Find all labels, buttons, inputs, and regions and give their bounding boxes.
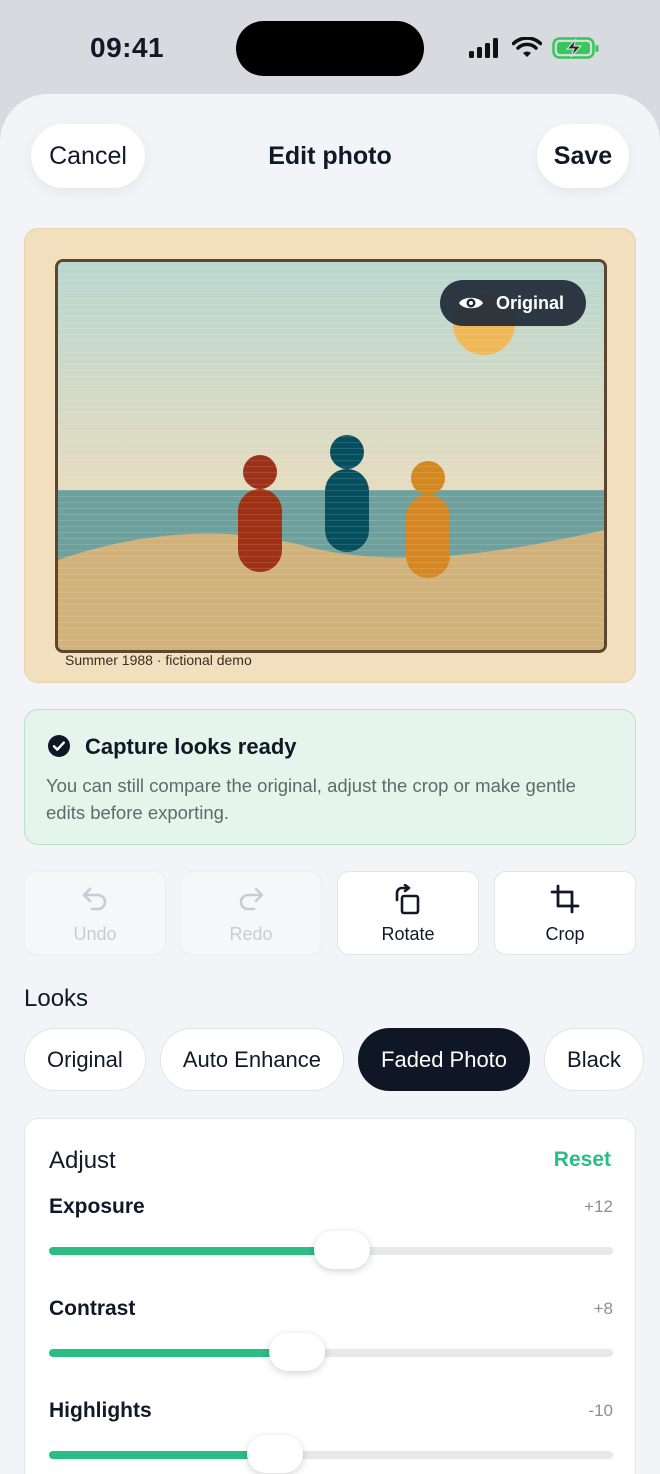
exposure-slider[interactable] (49, 1231, 613, 1269)
look-black[interactable]: Black (544, 1028, 644, 1091)
save-button[interactable]: Save (537, 124, 629, 188)
compare-original-label: Original (496, 292, 565, 313)
status-icons (468, 36, 600, 60)
contrast-fill (49, 1349, 298, 1357)
highlights-thumb[interactable] (246, 1435, 303, 1473)
photo-caption: Summer 1988 · fictional demo (65, 652, 252, 668)
undo-button[interactable]: Undo (24, 871, 166, 955)
check-circle-icon (48, 735, 70, 757)
compare-original-button[interactable]: Original (440, 280, 586, 326)
adjust-heading: Adjust (49, 1147, 116, 1174)
crop-button[interactable]: Crop (494, 871, 636, 955)
reset-button[interactable]: Reset (554, 1148, 611, 1172)
highlights-label: Highlights (49, 1399, 152, 1422)
photo-preview[interactable]: Original (55, 259, 607, 653)
rotate-icon (395, 884, 420, 915)
rotate-button[interactable]: Rotate (337, 871, 479, 955)
redo-icon (239, 887, 264, 911)
looks-list: Original Auto Enhance Faded Photo Black (24, 1028, 644, 1091)
photo-preview-card: Original Summer 1988 · fictional demo (24, 228, 636, 683)
eye-icon (459, 297, 483, 309)
signal-icon (469, 38, 498, 58)
exposure-value: +12 (584, 1197, 613, 1216)
highlights-value: -10 (588, 1401, 613, 1420)
highlights-slider[interactable] (49, 1435, 613, 1473)
contrast-slider[interactable] (49, 1333, 613, 1371)
redo-label: Redo (229, 924, 273, 944)
banner-text: You can still compare the original, adju… (46, 775, 576, 823)
redo-button[interactable]: Redo (180, 871, 322, 955)
status-bar: 09:41 (0, 0, 660, 96)
look-auto-enhance[interactable]: Auto Enhance (159, 1028, 345, 1091)
exposure-fill (49, 1247, 343, 1255)
looks-heading: Looks (24, 985, 89, 1012)
status-banner: Capture looks ready You can still compar… (24, 709, 636, 845)
contrast-label: Contrast (49, 1297, 136, 1320)
contrast-thumb[interactable] (269, 1333, 326, 1371)
exposure-thumb[interactable] (314, 1231, 371, 1269)
crop-icon (550, 884, 580, 914)
crop-label: Crop (545, 924, 585, 944)
highlights-fill (49, 1451, 275, 1459)
look-faded-photo[interactable]: Faded Photo (358, 1028, 531, 1091)
adjust-panel: Adjust Reset Exposure +12 Contrast +8 Hi… (24, 1118, 636, 1474)
edit-sheet: Cancel Edit photo Save Original Summer 1… (0, 94, 660, 1474)
rotate-label: Rotate (381, 924, 435, 944)
clock: 09:41 (90, 32, 165, 63)
undo-icon (82, 887, 107, 911)
wifi-icon (512, 37, 542, 57)
dynamic-island (236, 21, 424, 76)
exposure-label: Exposure (49, 1195, 145, 1218)
battery-charging-icon (552, 37, 599, 59)
undo-label: Undo (73, 924, 117, 944)
contrast-value: +8 (593, 1299, 613, 1318)
banner-title: Capture looks ready (85, 734, 297, 759)
look-original[interactable]: Original (24, 1028, 146, 1091)
